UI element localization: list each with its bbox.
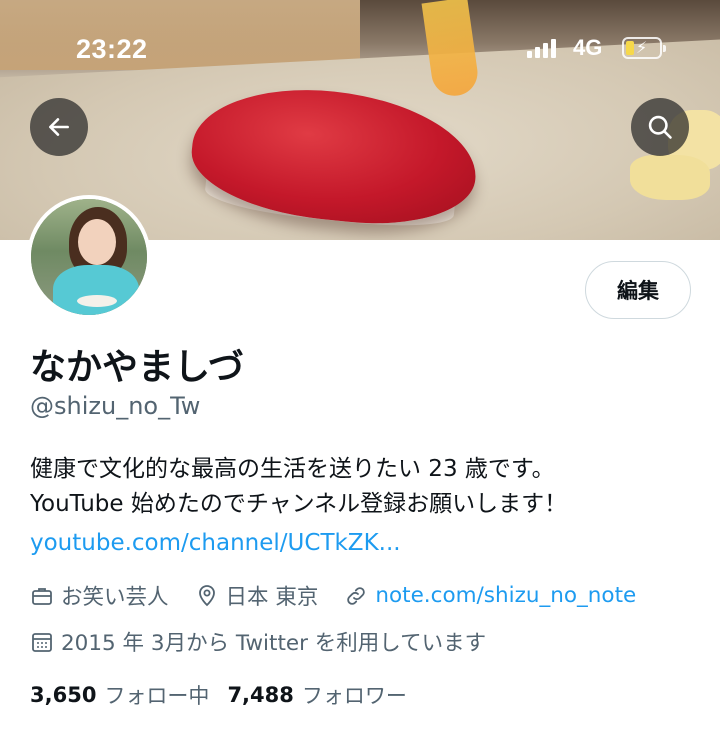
profession-label: お笑い芸人 <box>61 585 169 610</box>
banner-ginger-slice <box>630 155 710 200</box>
arrow-left-icon <box>49 118 69 136</box>
bio-line: 健康で文化的な最高の生活を送りたい 23 歳です。 <box>30 456 555 482</box>
website-item[interactable]: note.com/shizu_no_note <box>344 583 636 608</box>
following-label[interactable]: フォロー中 <box>104 680 209 710</box>
location-label: 日本 東京 <box>225 585 319 610</box>
calendar-icon <box>32 632 52 652</box>
search-button[interactable] <box>631 98 689 156</box>
link-icon <box>347 586 366 605</box>
following-count[interactable]: 3,650 <box>30 683 96 707</box>
followers-count[interactable]: 7,488 <box>227 683 293 707</box>
join-date-item: 2015 年 3月から Twitter を利用しています <box>30 626 486 657</box>
status-time: 23:22 <box>76 34 148 64</box>
back-button[interactable] <box>30 98 88 156</box>
bio-line: YouTube 始めたのでチャンネル登録お願いします！ <box>30 491 568 517</box>
avatar[interactable] <box>27 195 151 319</box>
bio-link[interactable]: youtube.com/channel/UCTkZK... <box>30 530 401 556</box>
edit-profile-button[interactable]: 編集 <box>585 261 691 319</box>
join-date: 2015 年 3月から Twitter を利用しています <box>30 626 512 657</box>
banner-wood <box>0 0 360 70</box>
location-item: 日本 東京 <box>195 580 319 611</box>
signal-icon <box>527 38 556 58</box>
display-name: なかやましづ <box>30 347 244 388</box>
bio: 健康で文化的な最高の生活を送りたい 23 歳です。 YouTube 始めたのでチ… <box>30 452 690 522</box>
profile-meta: お笑い芸人 日本 東京 note.com/shizu_no_note <box>30 580 662 611</box>
followers-label[interactable]: フォロワー <box>302 680 407 710</box>
follow-stats: 3,650 フォロー中 7,488 フォロワー <box>30 680 425 710</box>
briefcase-icon <box>32 587 52 605</box>
join-date-label: 2015 年 3月から Twitter を利用しています <box>61 631 487 656</box>
profession-item: お笑い芸人 <box>30 580 169 611</box>
battery-icon: ⚡ <box>622 37 666 59</box>
website-link[interactable]: note.com/shizu_no_note <box>375 583 636 608</box>
network-type: 4G <box>573 35 603 60</box>
user-handle: @shizu_no_Tw <box>30 392 201 420</box>
search-icon <box>648 115 672 139</box>
location-pin-icon <box>198 584 215 606</box>
